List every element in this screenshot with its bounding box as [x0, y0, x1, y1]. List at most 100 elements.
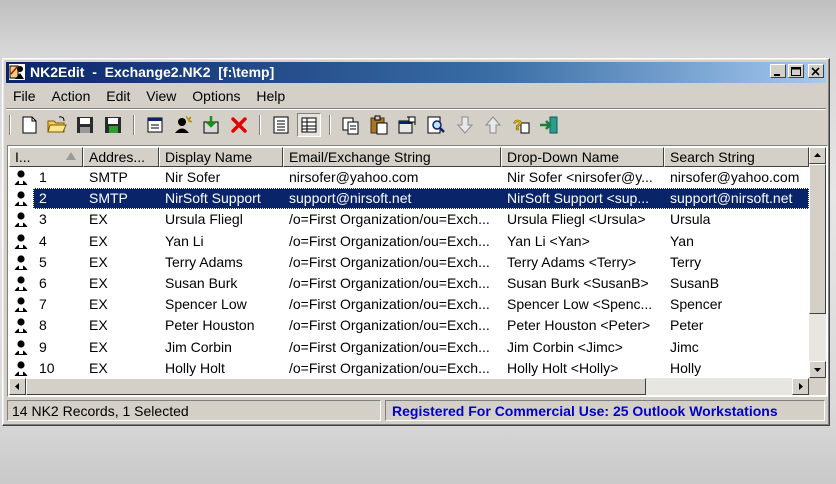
menu-edit[interactable]: Edit — [100, 86, 136, 104]
table-row[interactable]: 9 EX Jim Corbin/o=First Organization/ou=Ex… — [9, 337, 809, 358]
vertical-scrollbar[interactable] — [809, 147, 826, 378]
cell-dropdown: Holly Holt <Holly> — [507, 359, 619, 376]
cell-email: /o=First Organization/ou=Exch... — [289, 274, 490, 291]
cell-display: Yan Li — [165, 232, 204, 249]
delete-button[interactable] — [227, 113, 251, 137]
arrow-right-icon — [799, 383, 803, 390]
contacts-list[interactable]: I... Addres... Display Name Email/Exchan… — [7, 145, 828, 397]
title-bar[interactable]: NK2Edit - Exchange2.NK2 [f:\temp] — [6, 62, 826, 83]
maximize-button[interactable] — [788, 64, 804, 78]
cell-dropdown: Jim Corbin <Jimc> — [507, 338, 623, 355]
minimize-button[interactable] — [770, 64, 786, 78]
table-row[interactable]: 6 EX Susan Burk/o=First Organization/ou=Ex… — [9, 273, 809, 294]
contact-icon — [13, 317, 29, 335]
cell-index: 8 — [39, 317, 47, 334]
cell-email: support@nirsoft.net — [289, 190, 412, 207]
minimize-icon — [774, 74, 780, 76]
column-header-address-type[interactable]: Addres... — [83, 147, 159, 167]
menu-options[interactable]: Options — [186, 86, 246, 104]
new-button[interactable] — [17, 113, 41, 137]
status-bar: 14 NK2 Records, 1 Selected Registered Fo… — [6, 399, 826, 421]
cell-display: Spencer Low — [165, 296, 247, 313]
column-header-display-name[interactable]: Display Name — [159, 147, 283, 167]
properties-button[interactable] — [143, 113, 167, 137]
table-row[interactable]: 2 SMTP NirSoft Support support@nirsoft.net N… — [9, 188, 809, 210]
column-header-search-string[interactable]: Search String — [664, 147, 809, 167]
save-as-button[interactable] — [101, 113, 125, 137]
exit-button[interactable] — [537, 113, 561, 137]
table-row[interactable]: 3 EX Ursula Fliegl/o=First Organization/ou… — [9, 209, 809, 230]
list-rows: 1 SMTP Nir Sofer nirsofer@yahoo.com Nir Sofe… — [9, 167, 809, 379]
open-button[interactable] — [45, 113, 69, 137]
column-header-label: Email/Exchange String — [289, 149, 431, 165]
new-contact-icon — [175, 115, 193, 133]
cell-search: Jimc — [670, 338, 699, 355]
cell-email: /o=First Organization/ou=Exch... — [289, 211, 490, 228]
copy-button[interactable] — [339, 113, 363, 137]
cell-email: /o=First Organization/ou=Exch... — [289, 317, 490, 334]
toolbar: ? — [7, 113, 707, 139]
table-row[interactable]: 8 EX Peter Houston/o=First Organization/ou… — [9, 315, 809, 336]
cell-type: EX — [89, 359, 108, 376]
save-button[interactable] — [73, 113, 97, 137]
help-button[interactable]: ? — [509, 113, 533, 137]
column-header-label: Addres... — [89, 149, 146, 165]
new-contact-button[interactable] — [171, 113, 195, 137]
cell-index: 6 — [39, 274, 47, 291]
paste-button[interactable] — [367, 113, 391, 137]
delete-icon — [231, 117, 247, 133]
edit-button[interactable] — [395, 113, 419, 137]
scroll-left-button[interactable] — [9, 378, 26, 395]
vertical-scroll-thumb[interactable] — [809, 164, 826, 314]
cell-display: Peter Houston — [165, 317, 255, 334]
find-button[interactable] — [423, 113, 447, 137]
move-down-button[interactable] — [453, 113, 477, 137]
scroll-right-button[interactable] — [792, 378, 809, 395]
contact-icon — [13, 296, 29, 314]
arrow-left-icon — [15, 383, 19, 390]
list-view-button[interactable] — [269, 113, 293, 137]
close-button[interactable] — [808, 64, 824, 78]
column-header-email[interactable]: Email/Exchange String — [283, 147, 501, 167]
menu-view[interactable]: View — [140, 86, 182, 104]
cell-search: Spencer — [670, 296, 723, 313]
cell-email: /o=First Organization/ou=Exch... — [289, 253, 490, 270]
contact-icon — [13, 253, 29, 271]
arrow-up-icon — [814, 153, 821, 157]
cell-email: /o=First Organization/ou=Exch... — [289, 296, 490, 313]
column-header-index[interactable]: I... — [9, 147, 83, 167]
import-button[interactable] — [199, 113, 223, 137]
cell-type: EX — [89, 232, 108, 249]
cell-search: Peter — [670, 317, 704, 334]
menu-file[interactable]: File — [7, 86, 42, 104]
cell-email: /o=First Organization/ou=Exch... — [289, 232, 490, 249]
table-row[interactable]: 4 EX Yan Li/o=First Organization/ou=Exch..… — [9, 231, 809, 252]
cell-type: SMTP — [89, 190, 128, 207]
scroll-down-button[interactable] — [809, 361, 826, 378]
details-view-button[interactable] — [297, 113, 321, 137]
menu-help[interactable]: Help — [250, 86, 291, 104]
open-folder-icon — [47, 116, 67, 133]
column-header-label: Display Name — [165, 149, 253, 165]
move-up-button[interactable] — [481, 113, 505, 137]
cell-dropdown: Peter Houston <Peter> — [507, 317, 651, 334]
import-icon — [203, 116, 219, 134]
cell-index: 7 — [39, 296, 47, 313]
table-row[interactable]: 7 EX Spencer Low/o=First Organization/ou=E… — [9, 294, 809, 315]
cell-search: Terry — [670, 253, 702, 270]
cell-type: EX — [89, 338, 108, 355]
column-header-dropdown-name[interactable]: Drop-Down Name — [501, 147, 664, 167]
cell-display: Ursula Fliegl — [165, 211, 243, 228]
help-icon: ? — [513, 117, 530, 134]
scroll-up-button[interactable] — [809, 147, 826, 164]
toolbar-separator — [259, 115, 261, 135]
menu-action[interactable]: Action — [45, 86, 96, 104]
cell-dropdown: Susan Burk <SusanB> — [507, 274, 649, 291]
horizontal-scroll-thumb[interactable] — [26, 378, 646, 395]
horizontal-scrollbar[interactable] — [9, 378, 809, 395]
properties-icon — [147, 117, 163, 133]
table-row[interactable]: 5 EX Terry Adams/o=First Organization/ou=E… — [9, 252, 809, 273]
table-row[interactable]: 10 EX Holly Holt/o=First Organization/ou=E… — [9, 358, 809, 379]
table-row[interactable]: 1 SMTP Nir Sofer nirsofer@yahoo.com Nir Sofe… — [9, 167, 809, 188]
cell-display: Jim Corbin — [165, 338, 232, 355]
